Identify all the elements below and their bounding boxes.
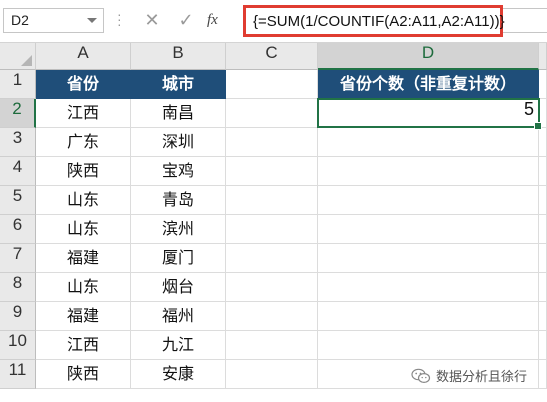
watermark-text: 数据分析且徐行 <box>436 370 528 385</box>
row-header-5[interactable]: 5 <box>0 186 36 215</box>
cell-c8[interactable] <box>226 273 318 302</box>
cell-b6[interactable]: 滨州 <box>131 215 226 244</box>
name-box-value: D2 <box>11 12 29 28</box>
cell-c3[interactable] <box>226 128 318 157</box>
cell-c10[interactable] <box>226 331 318 360</box>
cell-b10[interactable]: 九江 <box>131 331 226 360</box>
formula-bar-area: D2 · · · ✕ ✓ fx {=SUM(1/COUNTIF(A2:A11,A2:… <box>0 0 547 43</box>
insert-function-icon[interactable]: fx <box>207 12 218 29</box>
column-header-b[interactable]: B <box>131 43 226 70</box>
row-header-6[interactable]: 6 <box>0 215 36 244</box>
row-header-10[interactable]: 10 <box>0 331 36 360</box>
row-header-8[interactable]: 8 <box>0 273 36 302</box>
cell-e8[interactable] <box>539 273 547 302</box>
cell-b4[interactable]: 宝鸡 <box>131 157 226 186</box>
wechat-icon <box>411 368 431 384</box>
cell-a6[interactable]: 山东 <box>36 215 131 244</box>
cell-c11[interactable] <box>226 360 318 389</box>
cell-e1[interactable] <box>539 70 547 99</box>
column-header-a[interactable]: A <box>36 43 131 70</box>
close-icon[interactable]: ✕ <box>138 9 166 33</box>
cell-a9[interactable]: 福建 <box>36 302 131 331</box>
cell-d7[interactable] <box>318 244 539 273</box>
cell-d3[interactable] <box>318 128 539 157</box>
row-header-3[interactable]: 3 <box>0 128 36 157</box>
cell-e10[interactable] <box>539 331 547 360</box>
cell-b2[interactable]: 南昌 <box>131 99 226 128</box>
cell-d5[interactable] <box>318 186 539 215</box>
cell-a3[interactable]: 广东 <box>36 128 131 157</box>
cell-e11[interactable] <box>539 360 547 389</box>
chevron-down-icon[interactable] <box>87 18 97 23</box>
cell-c4[interactable] <box>226 157 318 186</box>
row-header-1[interactable]: 1 <box>0 70 36 99</box>
cell-d10[interactable] <box>318 331 539 360</box>
row-header-9[interactable]: 9 <box>0 302 36 331</box>
cell-c7[interactable] <box>226 244 318 273</box>
column-header-d[interactable]: D <box>318 43 539 70</box>
cell-a1[interactable]: 省份 <box>36 70 131 99</box>
cell-a8[interactable]: 山东 <box>36 273 131 302</box>
cell-b1[interactable]: 城市 <box>131 70 226 99</box>
cell-e4[interactable] <box>539 157 547 186</box>
cell-b3[interactable]: 深圳 <box>131 128 226 157</box>
cell-a7[interactable]: 福建 <box>36 244 131 273</box>
checkmark-icon[interactable]: ✓ <box>172 9 200 33</box>
column-header-e[interactable] <box>539 43 547 70</box>
cell-b5[interactable]: 青岛 <box>131 186 226 215</box>
cell-c2[interactable] <box>226 99 318 128</box>
cell-a11[interactable]: 陕西 <box>36 360 131 389</box>
cell-c9[interactable] <box>226 302 318 331</box>
cell-e3[interactable] <box>539 128 547 157</box>
formula-bar-extension <box>503 8 547 33</box>
cell-a5[interactable]: 山东 <box>36 186 131 215</box>
cell-a2[interactable]: 江西 <box>36 99 131 128</box>
select-all-triangle-icon <box>21 55 32 66</box>
cell-d9[interactable] <box>318 302 539 331</box>
cell-b8[interactable]: 烟台 <box>131 273 226 302</box>
row-header-4[interactable]: 4 <box>0 157 36 186</box>
cell-b11[interactable]: 安康 <box>131 360 226 389</box>
cell-c1[interactable] <box>226 70 318 99</box>
formula-input[interactable]: {=SUM(1/COUNTIF(A2:A11,A2:A11))} <box>243 5 505 37</box>
cell-e6[interactable] <box>539 215 547 244</box>
select-all-button[interactable] <box>0 43 36 70</box>
name-box[interactable]: D2 <box>3 8 104 33</box>
row-header-7[interactable]: 7 <box>0 244 36 273</box>
cell-e2[interactable] <box>539 99 547 128</box>
cell-d2[interactable]: 5 <box>318 99 539 128</box>
cell-d6[interactable] <box>318 215 539 244</box>
formula-text: {=SUM(1/COUNTIF(A2:A11,A2:A11))} <box>253 13 505 30</box>
cell-e7[interactable] <box>539 244 547 273</box>
cell-e9[interactable] <box>539 302 547 331</box>
row-header-2[interactable]: 2 <box>0 99 36 128</box>
cell-d8[interactable] <box>318 273 539 302</box>
cell-a10[interactable]: 江西 <box>36 331 131 360</box>
cell-d1[interactable]: 省份个数（非重复计数） <box>318 70 539 99</box>
cell-a4[interactable]: 陕西 <box>36 157 131 186</box>
cell-b9[interactable]: 福州 <box>131 302 226 331</box>
cell-c6[interactable] <box>226 215 318 244</box>
column-header-c[interactable]: C <box>226 43 318 70</box>
cell-b7[interactable]: 厦门 <box>131 244 226 273</box>
cell-e5[interactable] <box>539 186 547 215</box>
cell-c5[interactable] <box>226 186 318 215</box>
row-header-11[interactable]: 11 <box>0 360 36 389</box>
drag-handle-icon[interactable]: · · · <box>117 7 123 31</box>
cell-d4[interactable] <box>318 157 539 186</box>
